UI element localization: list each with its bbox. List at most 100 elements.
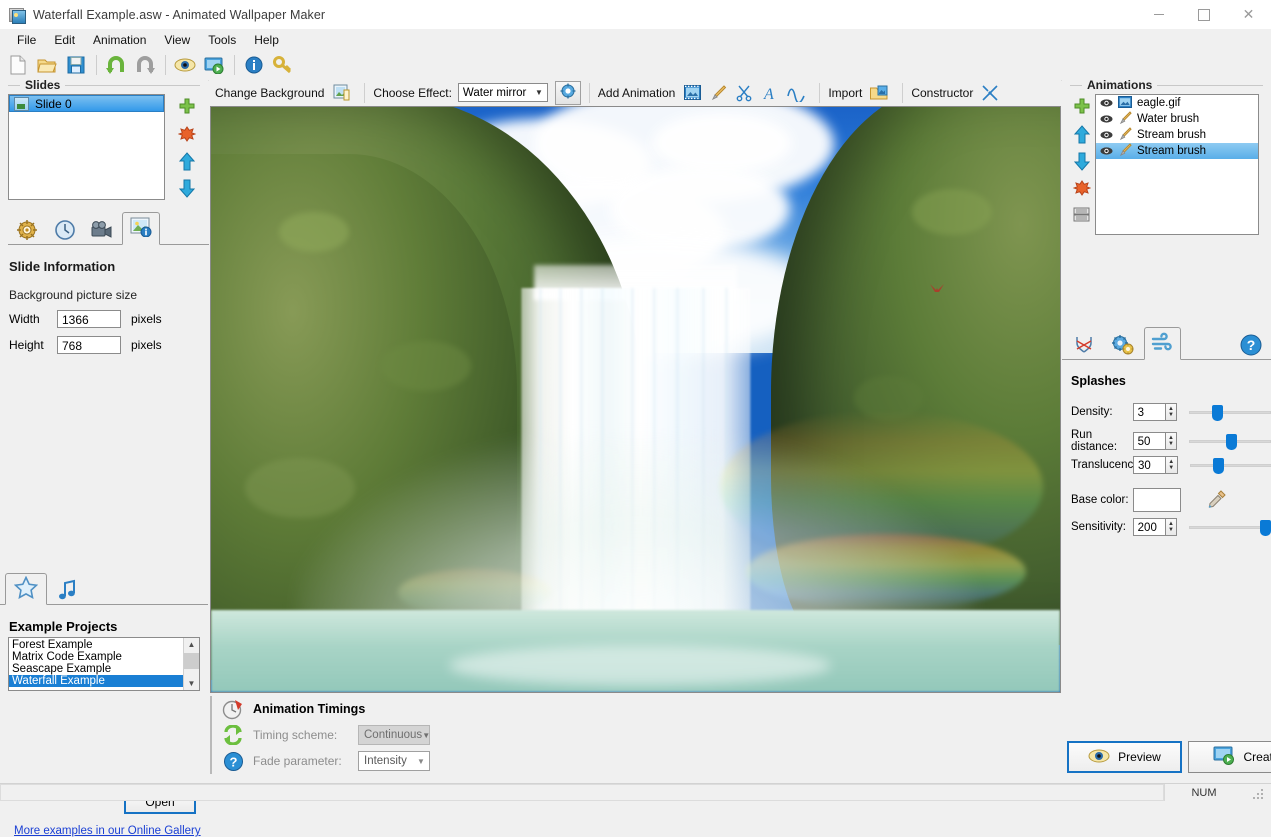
minimize-button[interactable] xyxy=(1136,0,1181,29)
move-animation-up-button[interactable] xyxy=(1071,123,1093,145)
save-floppy-icon[interactable] xyxy=(62,51,90,79)
translucency-stepper[interactable]: ▲ ▼ xyxy=(1164,456,1178,474)
tab-slide-video[interactable] xyxy=(84,216,122,245)
list-item[interactable]: Matrix Code Example xyxy=(9,651,183,663)
width-input[interactable]: 1366 xyxy=(57,310,121,328)
import-label[interactable]: Import xyxy=(828,86,862,100)
list-item[interactable]: Forest Example xyxy=(9,639,183,651)
menu-tools[interactable]: Tools xyxy=(199,31,245,49)
list-item[interactable]: Stream brush xyxy=(1096,127,1258,143)
eagle-sprite[interactable] xyxy=(929,283,945,295)
delete-animation-button[interactable] xyxy=(1071,177,1093,199)
add-wave-icon[interactable] xyxy=(785,82,807,104)
height-input[interactable]: 768 xyxy=(57,336,121,354)
tab-music[interactable] xyxy=(47,578,87,605)
visibility-eye-icon[interactable] xyxy=(1100,114,1113,124)
online-gallery-link[interactable]: More examples in our Online Gallery xyxy=(14,825,201,837)
picture-icon[interactable] xyxy=(330,82,352,104)
slides-group-title: Slides xyxy=(20,78,66,92)
move-animation-down-button[interactable] xyxy=(1071,150,1093,172)
constructor-tools-icon[interactable] xyxy=(979,82,1001,104)
menu-view[interactable]: View xyxy=(155,31,199,49)
menu-help[interactable]: Help xyxy=(245,31,288,49)
menu-animation[interactable]: Animation xyxy=(84,31,155,49)
preview-button[interactable]: Preview xyxy=(1067,741,1182,773)
scroll-down-icon[interactable]: ▼ xyxy=(184,677,199,690)
slides-listbox[interactable]: Slide 0 xyxy=(8,94,165,200)
scroll-up-icon[interactable]: ▲ xyxy=(184,638,199,651)
maximize-button[interactable] xyxy=(1181,0,1226,29)
visibility-eye-icon[interactable] xyxy=(1100,130,1113,140)
delete-slide-button[interactable] xyxy=(176,123,198,145)
duplicate-animation-button[interactable] xyxy=(1071,204,1093,226)
add-slide-button[interactable] xyxy=(176,96,198,118)
base-color-swatch[interactable] xyxy=(1133,488,1181,512)
tab-animation-settings[interactable] xyxy=(1105,332,1140,360)
tab-slide-timing[interactable] xyxy=(46,216,84,245)
svg-text:?: ? xyxy=(1247,337,1256,353)
create-monitor-icon[interactable] xyxy=(200,51,228,79)
tab-animation-splashes[interactable] xyxy=(1144,327,1181,360)
run-distance-slider[interactable] xyxy=(1189,432,1271,450)
list-item[interactable]: Seascape Example xyxy=(9,663,183,675)
effect-combobox[interactable]: Water mirror ▼ xyxy=(457,83,548,102)
sensitivity-stepper[interactable]: ▲ ▼ xyxy=(1164,518,1178,536)
tab-animation-shape[interactable] xyxy=(1066,332,1101,360)
fade-parameter-row: ? Fade parameter: Intensity ▼ xyxy=(220,748,1065,774)
fade-parameter-combobox[interactable]: Intensity ▼ xyxy=(358,751,430,771)
timing-scheme-combobox[interactable]: Continuous ▼ xyxy=(358,725,430,745)
sensitivity-slider[interactable] xyxy=(1189,518,1271,536)
tab-example-projects[interactable] xyxy=(5,573,47,605)
animations-listbox[interactable]: eagle.gif Water brush Stream brush Strea… xyxy=(1095,94,1259,235)
help-question-icon[interactable]: ? xyxy=(1240,334,1262,356)
add-animation-button[interactable] xyxy=(1071,96,1093,118)
list-item[interactable]: Water brush xyxy=(1096,111,1258,127)
preview-eye-icon[interactable] xyxy=(171,51,199,79)
redo-icon[interactable] xyxy=(131,51,159,79)
constructor-label[interactable]: Constructor xyxy=(911,86,973,100)
visibility-eye-icon[interactable] xyxy=(1100,146,1113,156)
eyedropper-icon[interactable] xyxy=(1203,488,1229,512)
effect-settings-button[interactable] xyxy=(554,80,581,105)
menu-edit[interactable]: Edit xyxy=(45,31,84,49)
change-background-label[interactable]: Change Background xyxy=(215,86,324,100)
scroll-track[interactable] xyxy=(184,651,199,677)
import-icon[interactable] xyxy=(868,82,890,104)
run-distance-input[interactable]: 50 xyxy=(1132,432,1165,450)
translucency-input[interactable]: 30 xyxy=(1133,456,1165,474)
run-distance-stepper[interactable]: ▲ ▼ xyxy=(1164,432,1178,450)
info-icon[interactable] xyxy=(240,51,268,79)
new-icon[interactable] xyxy=(4,51,32,79)
tab-slide-information[interactable] xyxy=(122,212,160,245)
scroll-thumb[interactable] xyxy=(184,653,199,669)
waterfall-preview-canvas[interactable] xyxy=(210,106,1061,693)
question-icon[interactable]: ? xyxy=(220,749,246,773)
undo-icon[interactable] xyxy=(102,51,130,79)
move-slide-up-button[interactable] xyxy=(176,150,198,172)
move-slide-down-button[interactable] xyxy=(176,177,198,199)
list-item[interactable]: Slide 0 xyxy=(9,95,164,112)
add-text-icon[interactable]: A xyxy=(759,82,781,104)
list-item[interactable]: Waterfall Example xyxy=(9,675,183,687)
list-item[interactable]: Stream brush xyxy=(1096,143,1258,159)
add-brush-icon[interactable] xyxy=(707,82,729,104)
create-button[interactable]: Create xyxy=(1188,741,1271,773)
density-slider[interactable] xyxy=(1189,403,1271,421)
tab-slide-settings[interactable] xyxy=(8,216,46,245)
add-sprite-icon[interactable] xyxy=(681,82,703,104)
add-scissors-icon[interactable] xyxy=(733,82,755,104)
density-input[interactable]: 3 xyxy=(1132,403,1165,421)
example-projects-listbox[interactable]: Forest Example Matrix Code Example Seasc… xyxy=(8,637,200,691)
list-item[interactable]: eagle.gif xyxy=(1096,95,1258,111)
menu-file[interactable]: File xyxy=(8,31,45,49)
slides-row: Slide 0 xyxy=(8,94,200,204)
sensitivity-input[interactable]: 200 xyxy=(1132,518,1165,536)
visibility-eye-icon[interactable] xyxy=(1100,98,1113,108)
density-stepper[interactable]: ▲ ▼ xyxy=(1164,403,1178,421)
open-folder-icon[interactable] xyxy=(33,51,61,79)
translucency-slider[interactable] xyxy=(1189,456,1271,474)
example-list-scrollbar[interactable]: ▲ ▼ xyxy=(183,638,199,690)
resize-grip-icon[interactable] xyxy=(1243,784,1271,801)
key-icon[interactable] xyxy=(269,51,297,79)
close-button[interactable]: ✕ xyxy=(1226,0,1271,29)
